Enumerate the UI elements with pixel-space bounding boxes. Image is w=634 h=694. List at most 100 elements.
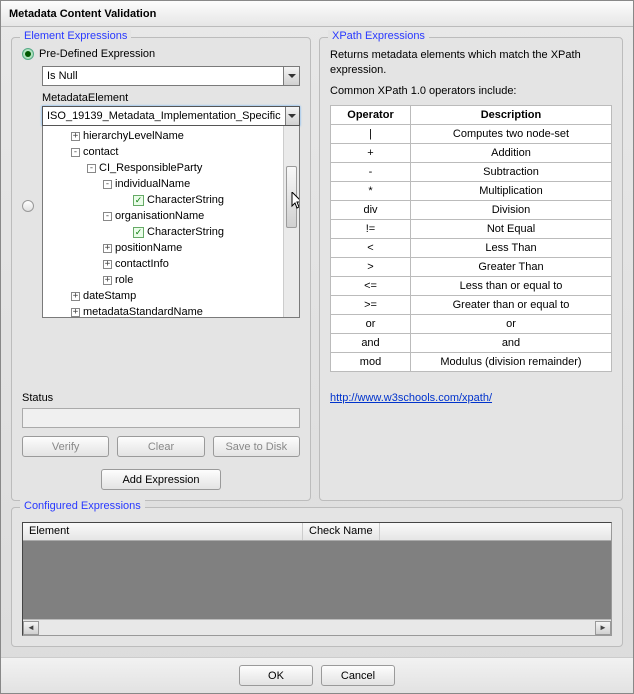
tree-item[interactable]: metadataStandardName — [83, 306, 203, 318]
description-cell: Not Equal — [411, 219, 612, 238]
content-area: Element Expressions Pre-Defined Expressi… — [1, 27, 633, 657]
chevron-down-icon[interactable] — [283, 67, 299, 85]
window-title: Metadata Content Validation — [9, 8, 156, 20]
tree-item[interactable]: organisationName — [115, 210, 204, 222]
xpath-description: Returns metadata elements which match th… — [330, 48, 612, 78]
table-row: !=Not Equal — [331, 219, 612, 238]
configured-expressions-panel: Configured Expressions Element Check Nam… — [11, 507, 623, 647]
tree-item[interactable]: role — [115, 274, 133, 286]
verify-button[interactable]: Verify — [22, 436, 109, 457]
operator-cell: >= — [331, 295, 411, 314]
scrollbar-thumb[interactable] — [286, 166, 297, 228]
element-expressions-legend: Element Expressions — [20, 30, 131, 42]
description-cell: or — [411, 314, 612, 333]
custom-radio-row[interactable] — [22, 200, 34, 212]
checkbox-checked-icon[interactable]: ✓ — [133, 227, 144, 238]
operator-cell: | — [331, 124, 411, 143]
configured-header: Element Check Name — [23, 523, 611, 541]
operators-tbody: |Computes two node-set+Addition-Subtract… — [331, 124, 612, 371]
table-row: divDivision — [331, 200, 612, 219]
tree-item[interactable]: dateStamp — [83, 290, 136, 302]
tree-item[interactable]: positionName — [115, 242, 182, 254]
scroll-right-icon[interactable]: ► — [595, 621, 611, 635]
clear-button[interactable]: Clear — [117, 436, 204, 457]
tree-item[interactable]: contact — [83, 146, 118, 158]
operator-cell: or — [331, 314, 411, 333]
save-to-disk-button[interactable]: Save to Disk — [213, 436, 300, 457]
scroll-left-icon[interactable]: ◄ — [23, 621, 39, 635]
col-check-name[interactable]: Check Name — [303, 523, 380, 540]
table-row: *Multiplication — [331, 181, 612, 200]
tree-item[interactable]: CI_ResponsibleParty — [99, 162, 202, 174]
configured-expressions-legend: Configured Expressions — [20, 500, 145, 512]
xpath-common-label: Common XPath 1.0 operators include: — [330, 84, 612, 99]
table-row: andand — [331, 333, 612, 352]
table-row: >=Greater than or equal to — [331, 295, 612, 314]
radio-custom-icon[interactable] — [22, 200, 34, 212]
plus-icon[interactable]: + — [71, 292, 80, 301]
description-cell: Addition — [411, 143, 612, 162]
metadata-combo-value: ISO_19139_Metadata_Implementation_Specif… — [43, 110, 285, 122]
ok-button[interactable]: OK — [239, 665, 313, 686]
title-bar: Metadata Content Validation — [1, 1, 633, 27]
plus-icon[interactable]: + — [71, 132, 80, 141]
description-cell: Multiplication — [411, 181, 612, 200]
table-row: >Greater Than — [331, 257, 612, 276]
tree-item[interactable]: individualName — [115, 178, 190, 190]
cancel-button[interactable]: Cancel — [321, 665, 395, 686]
tree-item[interactable]: hierarchyLevelName — [83, 130, 184, 142]
plus-icon[interactable]: + — [103, 244, 112, 253]
chevron-down-icon[interactable] — [285, 107, 299, 125]
description-cell: Subtraction — [411, 162, 612, 181]
top-row: Element Expressions Pre-Defined Expressi… — [11, 37, 623, 501]
table-row: +Addition — [331, 143, 612, 162]
minus-icon[interactable]: - — [87, 164, 96, 173]
operator-cell: - — [331, 162, 411, 181]
operator-cell: <= — [331, 276, 411, 295]
operator-cell: < — [331, 238, 411, 257]
description-cell: and — [411, 333, 612, 352]
tree-item[interactable]: CharacterString — [147, 226, 224, 238]
description-cell: Less than or equal to — [411, 276, 612, 295]
predefined-combo-value: Is Null — [43, 70, 283, 82]
minus-icon[interactable]: - — [71, 148, 80, 157]
tree-item[interactable]: contactInfo — [115, 258, 169, 270]
plus-icon[interactable]: + — [103, 260, 112, 269]
plus-icon[interactable]: + — [103, 276, 112, 285]
horizontal-scrollbar[interactable]: ◄ ► — [23, 619, 611, 635]
tree-scrollbar[interactable] — [283, 126, 299, 317]
description-cell: Greater Than — [411, 257, 612, 276]
operator-cell: and — [331, 333, 411, 352]
col-operator: Operator — [331, 105, 411, 124]
operator-cell: mod — [331, 352, 411, 371]
add-expression-button[interactable]: Add Expression — [101, 469, 221, 490]
radio-predefined-label: Pre-Defined Expression — [39, 48, 155, 60]
operator-cell: > — [331, 257, 411, 276]
minus-icon[interactable]: - — [103, 180, 112, 189]
w3schools-link[interactable]: http://www.w3schools.com/xpath/ — [330, 392, 612, 404]
operator-cell: * — [331, 181, 411, 200]
operator-cell: != — [331, 219, 411, 238]
table-row: |Computes two node-set — [331, 124, 612, 143]
metadata-tree[interactable]: +hierarchyLevelName -contact -CI_Respons… — [42, 126, 300, 318]
operator-cell: + — [331, 143, 411, 162]
checkbox-checked-icon[interactable]: ✓ — [133, 195, 144, 206]
description-cell: Division — [411, 200, 612, 219]
minus-icon[interactable]: - — [103, 212, 112, 221]
operators-table: Operator Description |Computes two node-… — [330, 105, 612, 372]
description-cell: Less Than — [411, 238, 612, 257]
col-element[interactable]: Element — [23, 523, 303, 540]
predefined-combo[interactable]: Is Null — [42, 66, 300, 86]
xpath-expressions-panel: XPath Expressions Returns metadata eleme… — [319, 37, 623, 501]
status-label: Status — [22, 392, 300, 404]
predefined-radio-row[interactable]: Pre-Defined Expression — [22, 48, 300, 60]
description-cell: Greater than or equal to — [411, 295, 612, 314]
description-cell: Modulus (division remainder) — [411, 352, 612, 371]
element-expressions-panel: Element Expressions Pre-Defined Expressi… — [11, 37, 311, 501]
configured-list[interactable]: Element Check Name ◄ ► — [22, 522, 612, 636]
status-textbox — [22, 408, 300, 428]
radio-predefined-icon[interactable] — [22, 48, 34, 60]
plus-icon[interactable]: + — [71, 308, 80, 317]
tree-item[interactable]: CharacterString — [147, 194, 224, 206]
xpath-expressions-legend: XPath Expressions — [328, 30, 429, 42]
